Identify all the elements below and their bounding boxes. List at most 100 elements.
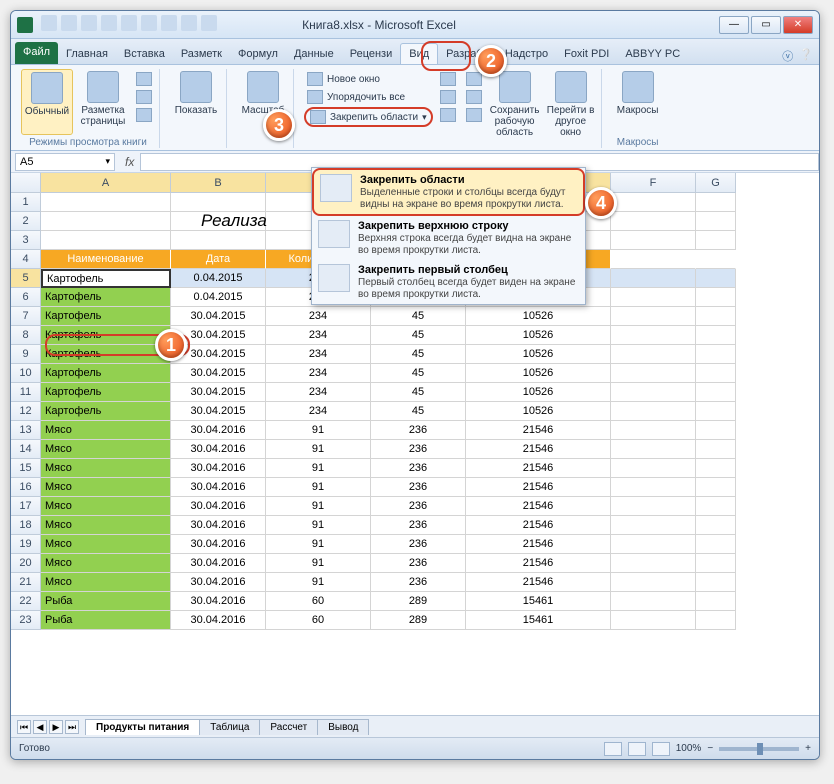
callout-4: 4 <box>585 187 617 219</box>
switch-window-icon <box>555 71 587 103</box>
qat-redo-icon[interactable] <box>81 15 97 31</box>
maximize-button[interactable]: ▭ <box>751 16 781 34</box>
zoom-slider[interactable] <box>719 747 799 751</box>
tab-review[interactable]: Рецензи <box>342 44 401 64</box>
group-macros: Макросы Макросы <box>608 69 668 148</box>
sheet-tab[interactable]: Таблица <box>199 719 260 735</box>
col-header-f[interactable]: F <box>611 173 696 193</box>
view-normal-icon[interactable] <box>604 742 622 756</box>
freeze-panes-dropdown: Закрепить областиВыделенные строки и сто… <box>311 167 586 305</box>
macros-button[interactable]: Макросы <box>612 69 664 135</box>
view-break-icon[interactable] <box>652 742 670 756</box>
new-window-button[interactable]: Новое окно <box>304 71 433 87</box>
sheet-nav-first[interactable]: ⏮ <box>17 720 31 734</box>
new-window-label: Новое окно <box>327 74 380 85</box>
freeze-first-col-option[interactable]: Закрепить первый столбецПервый столбец в… <box>312 260 585 304</box>
page-break-preview-button[interactable] <box>133 71 155 87</box>
reset-pos-button[interactable] <box>463 107 485 123</box>
sheet-nav-next[interactable]: ▶ <box>49 720 63 734</box>
normal-view-button[interactable]: Обычный <box>21 69 73 135</box>
show-label: Показать <box>175 105 218 116</box>
excel-icon <box>17 17 33 33</box>
switch-window-label: Перейти в другое окно <box>547 105 595 138</box>
freeze-panes-option[interactable]: Закрепить областиВыделенные строки и сто… <box>312 168 585 216</box>
zoom-out-button[interactable]: − <box>707 743 713 754</box>
freeze-col-title: Закрепить первый столбец <box>358 264 579 276</box>
hide-button[interactable] <box>437 89 459 105</box>
show-button[interactable]: Показать <box>170 69 222 148</box>
qat-btn-icon[interactable] <box>141 15 157 31</box>
freeze-first-col-icon <box>318 264 350 292</box>
hide-icon <box>440 90 456 104</box>
custom-views-button[interactable] <box>133 89 155 105</box>
zoom-level: 100% <box>676 743 702 754</box>
minimize-ribbon-icon[interactable]: ⓥ <box>782 48 793 64</box>
col-header-g[interactable]: G <box>696 173 736 193</box>
qat-btn-icon[interactable] <box>181 15 197 31</box>
macros-icon <box>622 71 654 103</box>
switch-window-button[interactable]: Перейти в другое окно <box>545 69 597 148</box>
tab-pagelayout[interactable]: Разметк <box>173 44 230 64</box>
sheet-tab[interactable]: Вывод <box>317 719 369 735</box>
freeze-top-row-option[interactable]: Закрепить верхнюю строкуВерхняя строка в… <box>312 216 585 260</box>
tab-home[interactable]: Главная <box>58 44 116 64</box>
tab-insert[interactable]: Вставка <box>116 44 173 64</box>
tab-file[interactable]: Файл <box>15 42 58 64</box>
zoom-in-button[interactable]: + <box>805 743 811 754</box>
zoom-icon <box>247 71 279 103</box>
qat-save-icon[interactable] <box>41 15 57 31</box>
tab-abbyy[interactable]: ABBYY PC <box>617 44 688 64</box>
window-controls: — ▭ ✕ <box>719 16 813 34</box>
page-layout-button[interactable]: Разметка страницы <box>77 69 129 135</box>
select-all-corner[interactable] <box>11 173 41 193</box>
chevron-down-icon[interactable]: ▾ <box>105 156 110 167</box>
group-views-label: Режимы просмотра книги <box>29 137 147 148</box>
group-show: Показать <box>166 69 227 148</box>
titlebar: Книга8.xlsx - Microsoft Excel — ▭ ✕ <box>11 11 819 39</box>
minimize-button[interactable]: — <box>719 16 749 34</box>
tab-view[interactable]: Вид <box>400 43 438 64</box>
col-header-a[interactable]: A <box>41 173 171 193</box>
macros-bigbtn-label: Макросы <box>617 105 659 116</box>
tab-foxit[interactable]: Foxit PDI <box>556 44 617 64</box>
sync-scroll-icon <box>466 90 482 104</box>
qat-btn-icon[interactable] <box>161 15 177 31</box>
help-icon[interactable]: ❔ <box>799 48 813 64</box>
zoom-thumb[interactable] <box>757 743 763 755</box>
qat-undo-icon[interactable] <box>61 15 77 31</box>
page-layout-label: Разметка страницы <box>79 105 127 127</box>
callout-3: 3 <box>263 109 295 141</box>
qat-btn-icon[interactable] <box>121 15 137 31</box>
sheet-nav-last[interactable]: ⏭ <box>65 720 79 734</box>
full-screen-button[interactable] <box>133 107 155 123</box>
arrange-all-button[interactable]: Упорядочить все <box>304 89 433 105</box>
qat-btn-icon[interactable] <box>201 15 217 31</box>
full-screen-icon <box>136 108 152 122</box>
freeze-panes-desc: Выделенные строки и столбцы всегда будут… <box>360 187 566 210</box>
qat-btn-icon[interactable] <box>101 15 117 31</box>
ribbon: Обычный Разметка страницы Режимы просмот… <box>11 65 819 151</box>
split-button[interactable] <box>437 71 459 87</box>
show-icon <box>180 71 212 103</box>
tab-formulas[interactable]: Формул <box>230 44 286 64</box>
freeze-panes-button[interactable]: Закрепить области ▾ <box>304 107 433 127</box>
save-workspace-button[interactable]: Сохранить рабочую область <box>489 69 541 148</box>
tab-data[interactable]: Данные <box>286 44 342 64</box>
sheet-nav-prev[interactable]: ◀ <box>33 720 47 734</box>
name-box-value: A5 <box>20 156 33 168</box>
sheet-tab[interactable]: Рассчет <box>259 719 318 735</box>
arrange-icon <box>307 90 323 104</box>
close-button[interactable]: ✕ <box>783 16 813 34</box>
chevron-down-icon: ▾ <box>422 112 427 123</box>
save-workspace-label: Сохранить рабочую область <box>490 105 540 138</box>
sync-scroll-button[interactable] <box>463 89 485 105</box>
fx-label[interactable]: fx <box>119 155 140 169</box>
freeze-panes-title: Закрепить области <box>360 174 577 186</box>
sheet-tab[interactable]: Продукты питания <box>85 719 200 735</box>
name-box[interactable]: A5 ▾ <box>15 153 115 171</box>
arrange-label: Упорядочить все <box>327 92 405 103</box>
unhide-button[interactable] <box>437 107 459 123</box>
col-header-b[interactable]: B <box>171 173 266 193</box>
view-layout-icon[interactable] <box>628 742 646 756</box>
page-layout-icon <box>87 71 119 103</box>
